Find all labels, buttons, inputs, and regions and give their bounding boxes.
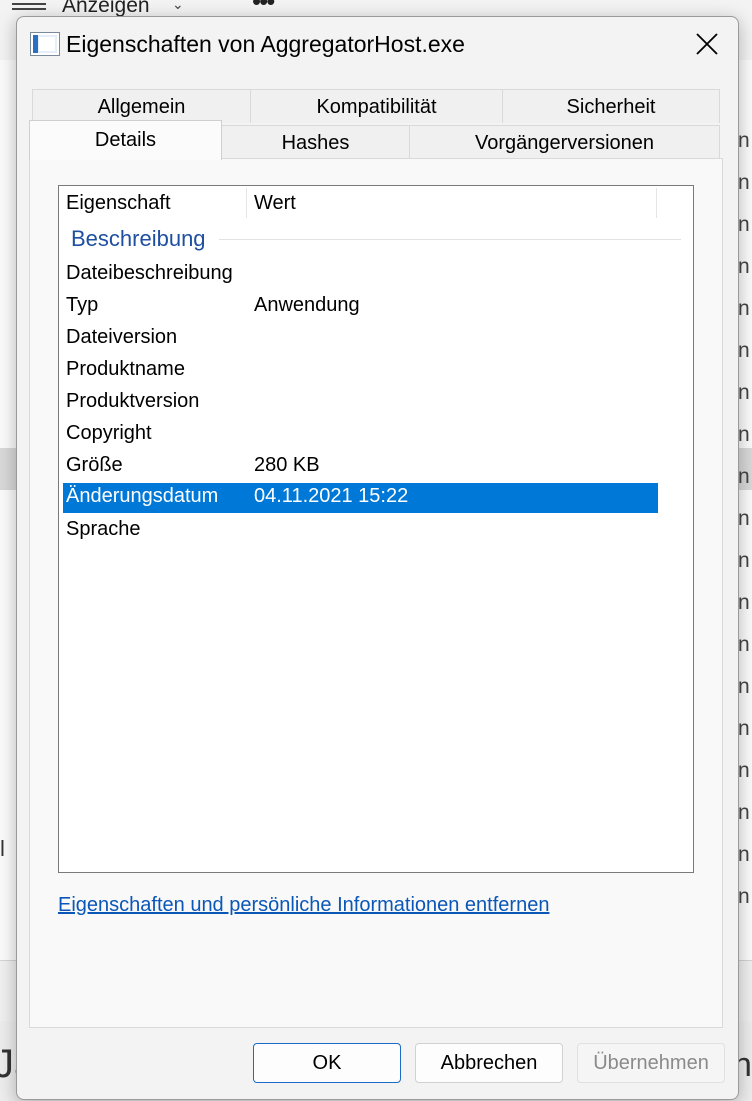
- partial-cell: n: [738, 213, 750, 236]
- property-value: Anwendung: [254, 294, 360, 316]
- property-value: 280 KB: [254, 454, 320, 476]
- partial-cell: n: [738, 633, 750, 656]
- partial-cell: n: [738, 297, 750, 320]
- partial-cell: n: [738, 885, 750, 908]
- partial-cell: n: [738, 843, 750, 866]
- partial-cell: n: [738, 591, 750, 614]
- column-separator[interactable]: [656, 188, 657, 218]
- tab-allgemein[interactable]: Allgemein: [32, 89, 251, 123]
- group-header[interactable]: Beschreibung: [71, 226, 206, 252]
- partial-cell: n: [738, 717, 750, 740]
- property-name: Typ: [66, 294, 99, 316]
- list-row[interactable]: Produktversion: [63, 388, 658, 418]
- list-row[interactable]: Dateiversion: [63, 324, 658, 354]
- dialog-title: Eigenschaften von AggregatorHost.exe: [66, 31, 465, 57]
- property-name: Produktversion: [66, 390, 200, 412]
- partial-cell: n: [738, 255, 750, 278]
- property-name: Copyright: [66, 422, 152, 444]
- tab-kompatibilitaet[interactable]: Kompatibilität: [250, 89, 503, 123]
- explorer-partial-text: l: [0, 836, 5, 861]
- list-header: Eigenschaft Wert: [59, 186, 693, 220]
- cancel-button[interactable]: Abbrechen: [415, 1043, 563, 1083]
- partial-cell: n: [738, 171, 750, 194]
- partial-cell: n: [738, 381, 750, 404]
- partial-cell: n: [738, 507, 750, 530]
- tab-vorgaengerversionen[interactable]: Vorgängerversionen: [409, 125, 720, 159]
- property-value: 04.11.2021 15:22: [254, 485, 409, 507]
- property-name: Dateiversion: [66, 326, 178, 348]
- partial-cell: n: [738, 465, 750, 488]
- partial-cell: n: [738, 129, 750, 152]
- list-row[interactable]: Sprache: [63, 516, 658, 546]
- property-name: Größe: [66, 454, 123, 476]
- chevron-down-icon[interactable]: ⌄: [172, 0, 184, 13]
- list-row[interactable]: Copyright: [63, 420, 658, 450]
- group-divider: [219, 239, 681, 240]
- partial-cell: n: [738, 339, 750, 362]
- list-row-selected[interactable]: Änderungsdatum 04.11.2021 15:22: [63, 483, 658, 513]
- partial-cell: n: [738, 801, 750, 824]
- properties-dialog: Eigenschaften von AggregatorHost.exe All…: [16, 16, 739, 1100]
- partial-cell: n: [738, 549, 750, 572]
- list-row[interactable]: Produktname: [63, 356, 658, 386]
- ok-button[interactable]: OK: [253, 1043, 401, 1083]
- list-row[interactable]: Typ Anwendung: [63, 292, 658, 322]
- property-name: Sprache: [66, 518, 141, 540]
- list-row[interactable]: Größe 280 KB: [63, 452, 658, 482]
- property-name: Produktname: [66, 358, 185, 380]
- details-panel: Eigenschaft Wert Beschreibung Dateibesch…: [29, 158, 723, 1028]
- more-options-icon[interactable]: •••: [252, 0, 275, 17]
- tab-details[interactable]: Details: [29, 120, 222, 160]
- tab-sicherheit[interactable]: Sicherheit: [502, 89, 720, 123]
- partial-cell: n: [738, 423, 750, 446]
- properties-list[interactable]: Eigenschaft Wert Beschreibung Dateibesch…: [58, 185, 694, 873]
- remove-properties-link[interactable]: Eigenschaften und persönliche Informatio…: [58, 894, 549, 917]
- column-header-value[interactable]: Wert: [254, 186, 296, 220]
- hamburger-menu-icon[interactable]: [12, 0, 46, 12]
- apply-button[interactable]: Übernehmen: [577, 1043, 725, 1083]
- close-button[interactable]: [674, 17, 738, 69]
- close-icon: [696, 33, 718, 55]
- column-separator[interactable]: [246, 188, 247, 218]
- partial-cell: n: [738, 759, 750, 782]
- application-icon: [30, 32, 60, 56]
- list-row[interactable]: Dateibeschreibung: [63, 260, 658, 290]
- explorer-partial-column: n n n n n n n n n n n n n n n n n n n: [738, 120, 752, 918]
- dialog-titlebar[interactable]: Eigenschaften von AggregatorHost.exe: [17, 17, 738, 73]
- property-name: Änderungsdatum: [66, 485, 219, 507]
- column-header-property[interactable]: Eigenschaft: [66, 186, 171, 220]
- property-name: Dateibeschreibung: [66, 262, 233, 284]
- partial-cell: n: [738, 675, 750, 698]
- tab-hashes[interactable]: Hashes: [221, 125, 410, 159]
